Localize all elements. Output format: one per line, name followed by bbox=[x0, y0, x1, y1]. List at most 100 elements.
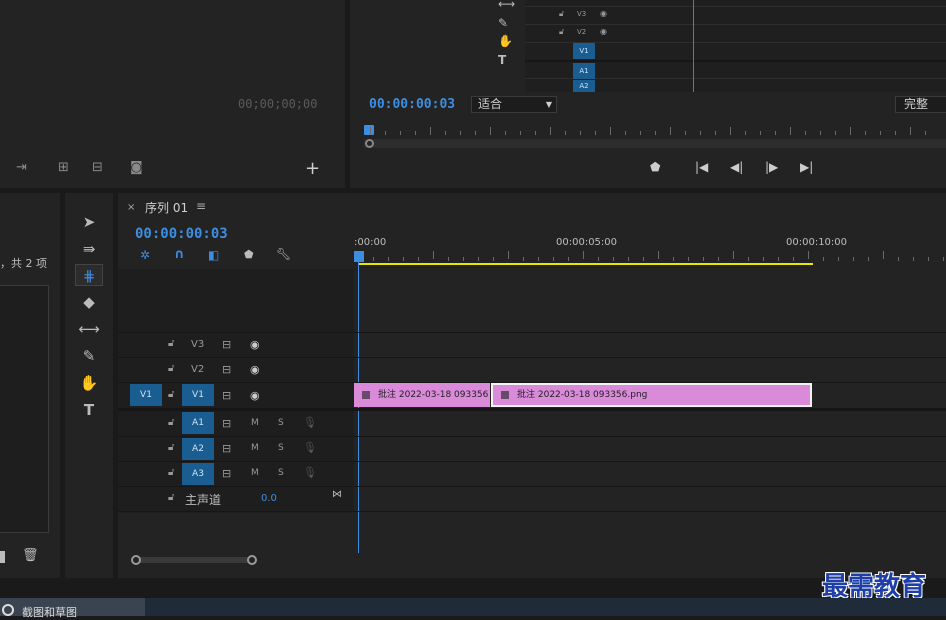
go-to-out-icon[interactable]: ▶| bbox=[800, 160, 813, 174]
scrub-handle[interactable] bbox=[365, 139, 374, 148]
track-v1-target[interactable]: V1 bbox=[182, 384, 214, 406]
taskbar-item[interactable]: 截图和草图 bbox=[0, 598, 145, 619]
lock-icon[interactable]: 🔓︎ bbox=[168, 442, 174, 453]
fit-select[interactable]: 适合 ▼ bbox=[471, 96, 557, 113]
ripple-edit-tool-icon[interactable]: ⋕ bbox=[75, 264, 103, 286]
program-ruler[interactable] bbox=[364, 124, 946, 148]
trash-icon[interactable]: 🗑︎ bbox=[22, 548, 39, 563]
sync-lock-icon[interactable]: ⊟ bbox=[222, 363, 231, 376]
horizontal-zoom-scrollbar[interactable] bbox=[136, 557, 252, 563]
lock-icon[interactable]: 🔓︎ bbox=[168, 338, 174, 349]
sequence-timecode[interactable]: 00:00:00:03 bbox=[135, 226, 228, 242]
step-forward-icon[interactable]: |▶ bbox=[765, 160, 778, 174]
source-patch-v1[interactable]: V1 bbox=[130, 384, 162, 406]
type-tool-icon[interactable]: T bbox=[75, 399, 103, 421]
lock-icon[interactable]: 🔓︎ bbox=[168, 389, 174, 400]
pen-tool-icon[interactable]: ✎ bbox=[75, 345, 103, 367]
mini-lock-icon[interactable]: 🔓︎ bbox=[559, 27, 564, 37]
solo-button[interactable]: S bbox=[278, 443, 284, 453]
go-to-in-icon[interactable]: |◀ bbox=[695, 160, 708, 174]
ruler-label-5s: 00:00:05:00 bbox=[556, 237, 618, 248]
lock-icon[interactable]: 🔓︎ bbox=[168, 492, 174, 503]
mute-button[interactable]: M bbox=[251, 468, 259, 478]
mini-track-a1[interactable]: A1 bbox=[573, 63, 595, 79]
eye-icon[interactable]: ◉ bbox=[250, 389, 260, 402]
add-marker-icon[interactable]: ⬟ bbox=[244, 248, 254, 261]
eye-icon[interactable]: ◉ bbox=[250, 363, 260, 376]
mic-icon[interactable]: 🎙︎ bbox=[303, 441, 317, 454]
step-back-icon[interactable]: ◀| bbox=[730, 160, 743, 174]
playhead-marker[interactable] bbox=[354, 251, 364, 262]
mini-eye-icon: ◉ bbox=[600, 9, 607, 18]
master-track-label: 主声道 bbox=[185, 493, 222, 507]
sync-lock-icon[interactable]: ⊟ bbox=[222, 467, 231, 480]
track-a2-target[interactable]: A2 bbox=[182, 438, 214, 460]
track-v3-label: V3 bbox=[191, 339, 205, 350]
ruler-tick bbox=[700, 131, 701, 135]
ruler-tick bbox=[505, 131, 506, 135]
sync-lock-icon[interactable]: ⊟ bbox=[222, 338, 231, 351]
hand-tool-icon[interactable]: ✋ bbox=[75, 372, 103, 394]
solo-button[interactable]: S bbox=[278, 468, 284, 478]
ruler-tick bbox=[403, 257, 404, 261]
marker-button[interactable]: ⬟ bbox=[650, 160, 660, 174]
ruler-tick bbox=[568, 257, 569, 261]
ruler-tick bbox=[580, 131, 581, 135]
lock-icon[interactable]: 🔓︎ bbox=[168, 363, 174, 374]
sync-lock-icon[interactable]: ⊟ bbox=[222, 442, 231, 455]
snap-icon[interactable]: ∩ bbox=[174, 247, 185, 262]
mini-track-a2[interactable]: A2 bbox=[573, 80, 595, 92]
sync-lock-icon[interactable]: ⊟ bbox=[222, 417, 231, 430]
insert-overwrite-icon[interactable]: ✲ bbox=[140, 248, 150, 262]
wrench-icon[interactable]: 🔧︎ bbox=[276, 247, 291, 261]
track-a3-target[interactable]: A3 bbox=[182, 463, 214, 485]
program-timecode[interactable]: 00:00:00:03 bbox=[369, 97, 455, 112]
close-icon[interactable]: × bbox=[127, 202, 135, 213]
work-area-bar[interactable] bbox=[358, 263, 813, 265]
razor-tool-icon[interactable]: ◆ bbox=[75, 291, 103, 313]
mini-lock-icon[interactable]: 🔓︎ bbox=[559, 9, 564, 19]
insert-icon[interactable]: ⇥ bbox=[16, 160, 27, 175]
ruler-tick bbox=[385, 131, 386, 135]
lock-icon[interactable]: 🔓︎ bbox=[168, 417, 174, 428]
lock-icon[interactable]: 🔓︎ bbox=[168, 467, 174, 478]
master-volume-value[interactable]: 0.0 bbox=[261, 493, 277, 504]
mute-button[interactable]: M bbox=[251, 443, 259, 453]
new-item-icon[interactable] bbox=[0, 551, 5, 563]
program-scrub-bar[interactable] bbox=[364, 139, 946, 148]
slip-tool-icon[interactable]: ⟷ bbox=[75, 318, 103, 340]
lift-icon[interactable]: ⊞ bbox=[58, 160, 69, 175]
solo-button[interactable]: S bbox=[278, 418, 284, 428]
playhead-line[interactable] bbox=[358, 261, 359, 553]
quality-select[interactable]: 完整 bbox=[895, 96, 946, 113]
panel-menu-icon[interactable]: ≡ bbox=[196, 199, 206, 213]
eye-icon[interactable]: ◉ bbox=[250, 338, 260, 351]
mini-track-v1[interactable]: V1 bbox=[573, 43, 595, 59]
clip-1[interactable]: 批注 2022-03-18 093356 bbox=[354, 383, 490, 407]
linked-selection-icon[interactable]: ◧ bbox=[208, 248, 219, 262]
camera-icon[interactable]: ◙ bbox=[130, 160, 143, 175]
ripple-icon[interactable]: ⟷ bbox=[498, 0, 515, 11]
selection-tool-icon[interactable]: ➤ bbox=[75, 211, 103, 233]
ruler-tick bbox=[460, 131, 461, 135]
master-end-icon[interactable]: ⋈ bbox=[332, 489, 342, 500]
extract-icon[interactable]: ⊟ bbox=[92, 160, 103, 175]
mute-button[interactable]: M bbox=[251, 418, 259, 428]
track-select-tool-icon[interactable]: ⇛ bbox=[75, 238, 103, 260]
mic-icon[interactable]: 🎙︎ bbox=[303, 416, 317, 429]
sequence-tab[interactable]: 序列 01 bbox=[145, 199, 188, 216]
add-button[interactable]: + bbox=[305, 158, 320, 179]
sync-lock-icon[interactable]: ⊟ bbox=[222, 389, 231, 402]
scrollbar-left-handle[interactable] bbox=[131, 555, 141, 565]
project-bin-area[interactable] bbox=[0, 285, 49, 533]
pen-icon[interactable]: ✎ bbox=[498, 16, 508, 30]
playhead-marker[interactable] bbox=[364, 125, 374, 135]
mic-icon[interactable]: 🎙︎ bbox=[303, 466, 317, 479]
source-timecode: 00;00;00;00 bbox=[238, 97, 318, 111]
scrollbar-right-handle[interactable] bbox=[247, 555, 257, 565]
track-a1-target[interactable]: A1 bbox=[182, 412, 214, 434]
hand-icon[interactable]: ✋ bbox=[498, 34, 513, 48]
track-v2-label: V2 bbox=[191, 364, 205, 375]
type-icon[interactable]: T bbox=[498, 53, 506, 67]
clip-2[interactable]: 批注 2022-03-18 093356.png bbox=[491, 383, 812, 407]
